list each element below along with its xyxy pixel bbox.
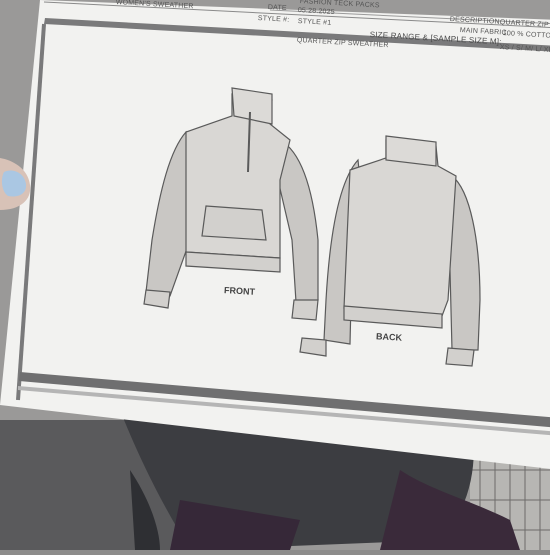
photo-scene: FASHION TECK PACKS WOMEN'S SWEATHER DATE…: [0, 0, 550, 550]
front-pocket: [201, 205, 267, 241]
back-right-cuff: [445, 347, 475, 367]
back-view-label: BACK: [375, 331, 403, 343]
back-collar: [385, 135, 437, 167]
front-right-cuff: [291, 299, 319, 321]
back-body: [343, 139, 457, 317]
header-date-label: DATE: [267, 4, 287, 13]
scene-svg: [0, 0, 550, 550]
front-view-label: FRONT: [223, 285, 256, 297]
